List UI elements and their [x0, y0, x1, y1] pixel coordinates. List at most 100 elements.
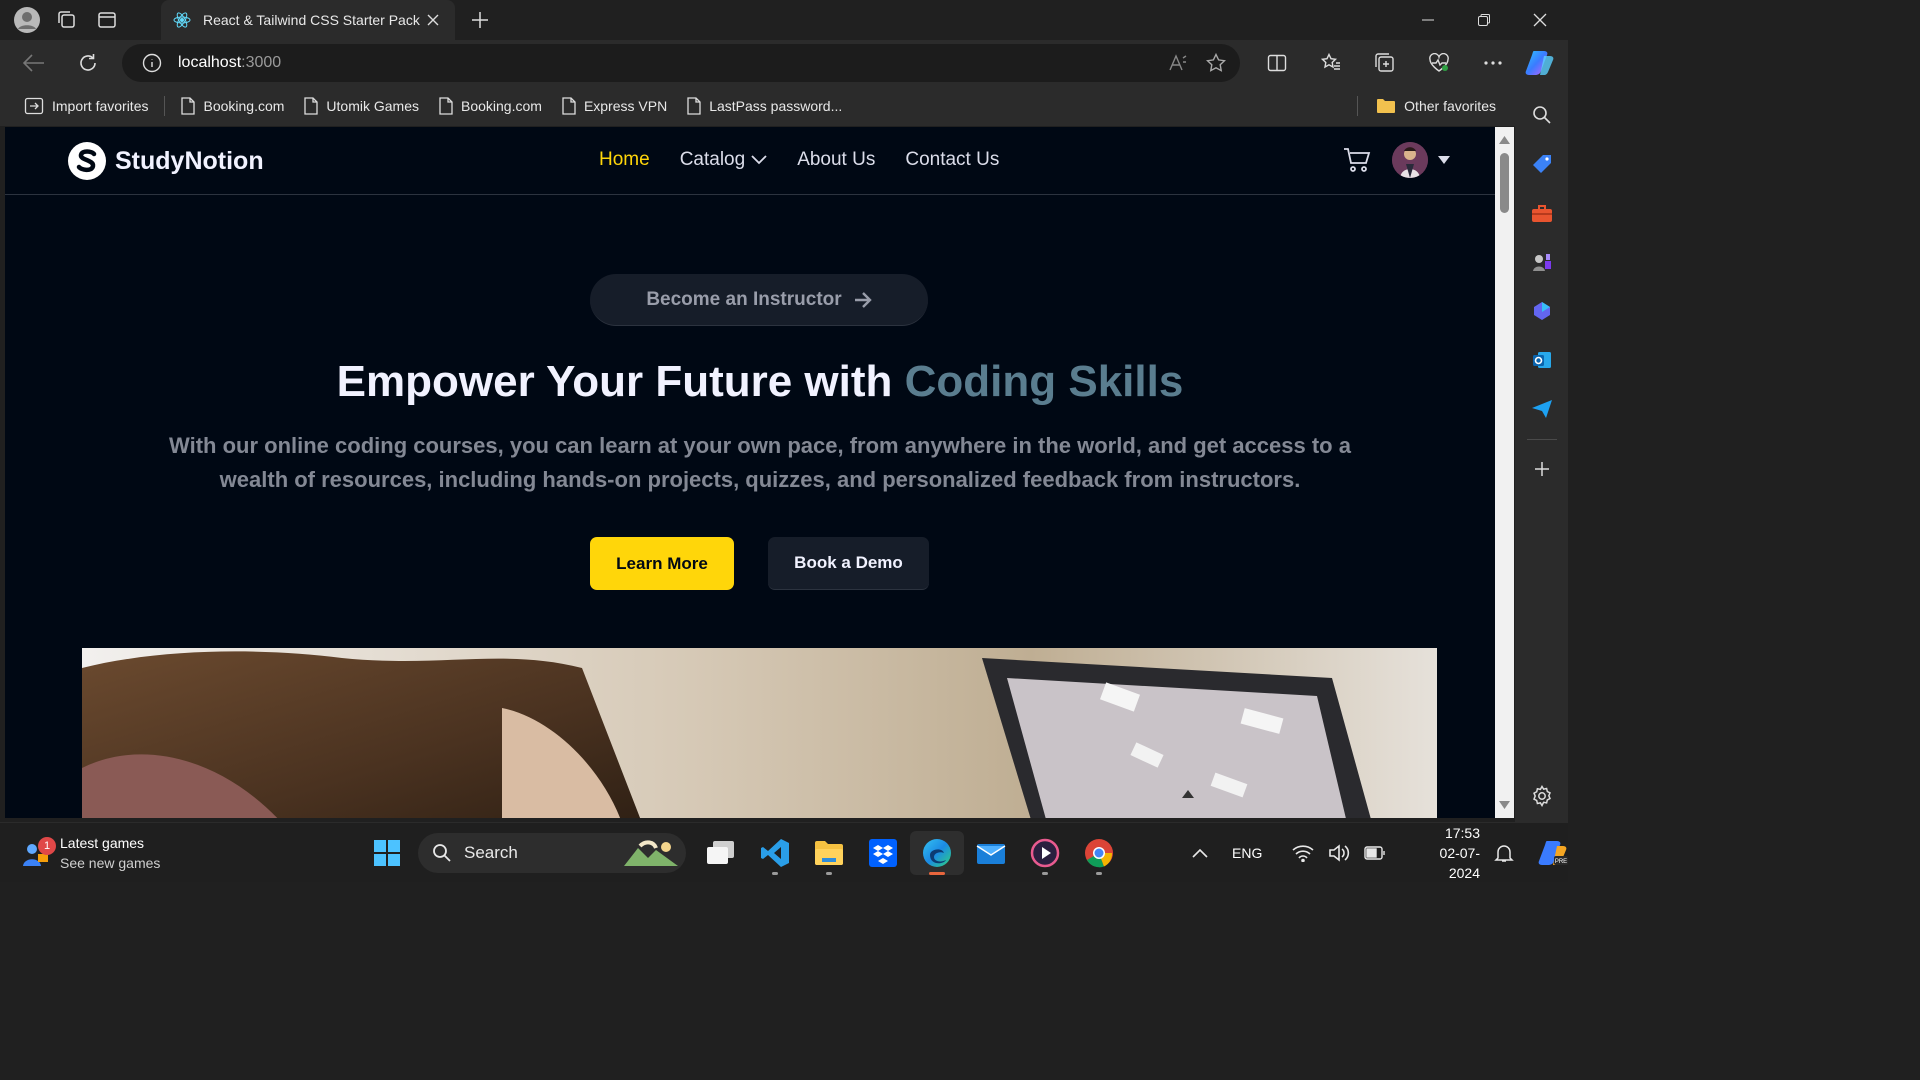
page-scrollbar[interactable] — [1495, 127, 1514, 818]
profile-dropdown[interactable] — [1392, 142, 1450, 178]
favorite-utomik[interactable]: Utomik Games — [294, 91, 429, 121]
address-bar[interactable]: localhost:3000 — [122, 44, 1240, 82]
language-indicator[interactable]: ENG — [1232, 845, 1262, 861]
search-label: Search — [464, 843, 518, 862]
favorite-expressvpn[interactable]: Express VPN — [552, 91, 677, 121]
learn-more-button[interactable]: Learn More — [590, 537, 734, 590]
favorite-lastpass[interactable]: LastPass password... — [677, 91, 852, 121]
other-favorites-label: Other favorites — [1404, 98, 1496, 114]
tab-react-starter[interactable]: React & Tailwind CSS Starter Pack — [161, 0, 455, 40]
favorite-label: Booking.com — [461, 98, 542, 114]
scroll-down-icon[interactable] — [1499, 800, 1510, 810]
notifications-icon[interactable] — [1494, 843, 1514, 863]
hero-title-plain: Empower Your Future with — [336, 357, 905, 406]
dropbox-icon[interactable] — [856, 831, 910, 875]
nav-contact[interactable]: Contact Us — [905, 149, 999, 171]
address-port: :3000 — [241, 54, 282, 71]
site-logo[interactable]: StudyNotion — [67, 141, 264, 181]
volume-icon[interactable] — [1328, 844, 1350, 862]
wifi-icon[interactable] — [1292, 844, 1314, 862]
page-icon — [181, 97, 196, 115]
scroll-up-icon[interactable] — [1499, 135, 1510, 145]
hero-video[interactable] — [82, 648, 1437, 818]
close-window-icon[interactable] — [1512, 0, 1568, 40]
other-favorites[interactable]: Other favorites — [1341, 91, 1506, 121]
browser-essentials-icon[interactable] — [1412, 45, 1466, 81]
scroll-thumb[interactable] — [1500, 153, 1509, 213]
favorites-divider — [1357, 96, 1359, 116]
send-icon[interactable] — [1522, 389, 1562, 429]
minimize-icon[interactable] — [1400, 0, 1456, 40]
games-icon[interactable] — [1522, 242, 1562, 282]
cart-icon[interactable] — [1343, 147, 1371, 178]
nav-catalog-label: Catalog — [679, 149, 746, 170]
browser-toolbar: localhost:3000 — [0, 40, 1568, 86]
favorite-label: Utomik Games — [326, 98, 419, 114]
chrome-icon[interactable] — [1072, 831, 1126, 875]
new-tab-icon[interactable] — [464, 4, 496, 36]
page-viewport: StudyNotion Home Catalog About Us Contac… — [5, 127, 1495, 818]
page-icon — [687, 97, 701, 115]
favorite-import[interactable]: Import favorites — [14, 91, 158, 121]
window-controls — [1400, 0, 1568, 40]
edge-icon[interactable] — [910, 831, 964, 875]
split-screen-icon[interactable] — [1250, 45, 1304, 81]
restore-icon[interactable] — [1456, 0, 1512, 40]
task-view-icon[interactable] — [694, 831, 748, 875]
copilot-taskbar-icon[interactable]: PRE — [1538, 840, 1568, 866]
copilot-icon[interactable] — [1522, 45, 1558, 81]
widget-subtitle: See new games — [60, 855, 161, 871]
profile-icon[interactable] — [7, 0, 47, 40]
search-icon[interactable] — [1522, 95, 1562, 135]
outlook-icon[interactable] — [1522, 340, 1562, 380]
more-options-icon[interactable] — [1466, 45, 1520, 81]
site-info-icon[interactable] — [142, 53, 162, 73]
browser-titlebar: React & Tailwind CSS Starter Pack — [0, 0, 1568, 40]
workspaces-icon[interactable] — [47, 0, 87, 40]
nav-about[interactable]: About Us — [797, 149, 875, 171]
favorite-booking[interactable]: Booking.com — [171, 91, 294, 121]
page-icon — [439, 97, 453, 115]
media-player-icon[interactable] — [1018, 831, 1072, 875]
battery-icon[interactable] — [1364, 846, 1386, 860]
address-host: localhost — [178, 54, 242, 71]
taskbar-search[interactable]: Search — [418, 833, 686, 873]
nav-about-label: About Us — [797, 149, 876, 170]
collections-icon[interactable] — [1358, 45, 1412, 81]
nav-catalog[interactable]: Catalog — [680, 149, 768, 171]
page-icon — [304, 97, 319, 115]
become-instructor-label: Become an Instructor — [646, 288, 842, 310]
notification-badge: 1 — [38, 837, 56, 855]
favorite-booking-2[interactable]: Booking.com — [429, 91, 552, 121]
mail-icon[interactable] — [964, 831, 1018, 875]
copilot-sidebar-icon[interactable] — [1522, 291, 1562, 331]
tab-actions-icon[interactable] — [87, 0, 127, 40]
windows-taskbar: 1 Latest games See new games Search ENG … — [0, 822, 1568, 882]
book-demo-button[interactable]: Book a Demo — [768, 537, 929, 590]
refresh-icon[interactable] — [66, 45, 110, 81]
pre-badge-text: PRE — [1555, 859, 1567, 865]
vscode-icon[interactable] — [748, 831, 802, 875]
site-navbar: StudyNotion Home Catalog About Us Contac… — [5, 127, 1495, 195]
add-sidebar-app-icon[interactable] — [1522, 449, 1562, 489]
tab-title: React & Tailwind CSS Starter Pack — [203, 12, 420, 28]
tools-icon[interactable] — [1522, 193, 1562, 233]
settings-gear-icon[interactable] — [1522, 776, 1562, 816]
system-tray: ENG 17:53 02-07-2024 PRE — [1192, 825, 1568, 881]
close-tab-icon[interactable] — [423, 10, 443, 30]
favorites-bar: Import favorites Booking.com Utomik Game… — [0, 86, 1520, 126]
become-instructor-button[interactable]: Become an Instructor — [590, 274, 928, 326]
read-aloud-icon[interactable] — [1168, 53, 1188, 73]
games-widget[interactable]: 1 Latest games See new games — [20, 833, 160, 873]
clock[interactable]: 17:53 02-07-2024 — [1410, 823, 1480, 883]
favorites-icon[interactable] — [1304, 45, 1358, 81]
file-explorer-icon[interactable] — [802, 831, 856, 875]
toolbar-right — [1250, 45, 1520, 81]
start-icon[interactable] — [360, 831, 414, 875]
nav-contact-label: Contact Us — [905, 149, 1000, 170]
back-icon[interactable] — [12, 45, 56, 81]
chevron-up-icon[interactable] — [1192, 848, 1208, 858]
add-favorite-icon[interactable] — [1206, 53, 1226, 73]
shopping-tag-icon[interactable] — [1522, 144, 1562, 184]
nav-home[interactable]: Home — [599, 149, 650, 171]
